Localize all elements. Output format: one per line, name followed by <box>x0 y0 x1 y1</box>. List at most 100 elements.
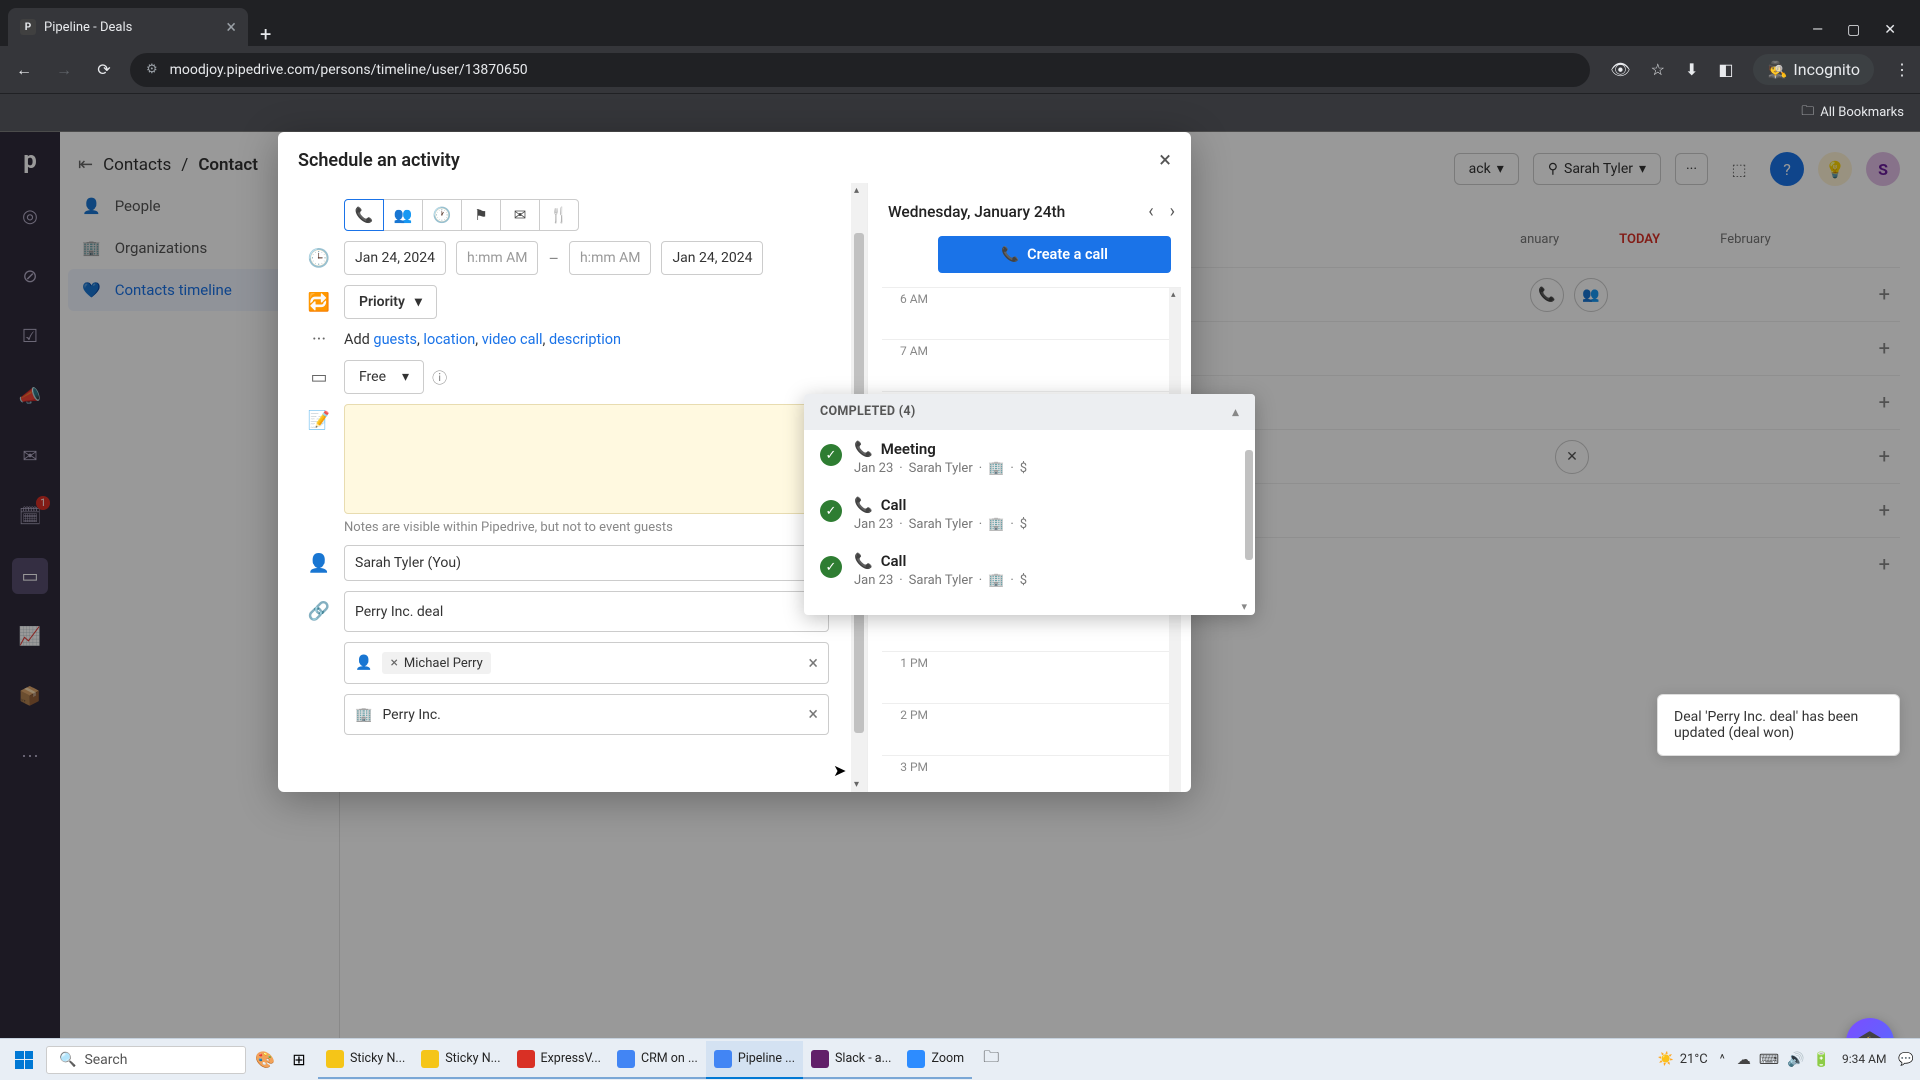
taskbar-app[interactable]: CRM on ... <box>609 1041 706 1079</box>
back-button[interactable]: ← <box>10 56 38 84</box>
taskbar-app[interactable]: ExpressV... <box>509 1041 609 1079</box>
help-icon[interactable]: ? <box>1770 152 1804 186</box>
hour-row[interactable]: 2 PM <box>882 704 1181 756</box>
task-view-icon[interactable]: ⊞ <box>284 1045 314 1075</box>
notes-textarea[interactable] <box>344 404 829 514</box>
start-date-input[interactable]: Jan 24, 2024 <box>344 241 446 275</box>
bookmark-star-icon[interactable]: ☆ <box>1651 60 1665 79</box>
hour-row[interactable]: 3 PM <box>882 756 1181 792</box>
start-button[interactable] <box>6 1042 42 1078</box>
crumb-root[interactable]: Contacts <box>103 155 171 175</box>
start-time-input[interactable]: h:mm AM <box>456 241 538 275</box>
clear-person-icon[interactable]: × <box>808 653 818 674</box>
rail-products-icon[interactable]: 📦 <box>12 678 48 714</box>
browser-tab[interactable]: P Pipeline - Deals × <box>8 8 248 46</box>
side-panel-icon[interactable]: ◧ <box>1718 60 1733 79</box>
clear-org-icon[interactable]: × <box>808 704 818 725</box>
pipedrive-logo-icon[interactable]: p <box>23 146 37 174</box>
rail-more-icon[interactable]: ⋯ <box>12 738 48 774</box>
collapse-up-icon[interactable]: ▴ <box>1232 404 1239 420</box>
availability-dropdown[interactable]: Free ▾ <box>344 360 424 394</box>
add-guests-link[interactable]: guests <box>373 331 417 348</box>
next-day-icon[interactable]: › <box>1170 201 1175 222</box>
taskbar-app[interactable]: Sticky N... <box>318 1041 413 1079</box>
taskbar-icon[interactable]: 🎨 <box>250 1045 280 1075</box>
deal-field[interactable]: Perry Inc. deal × <box>344 591 829 632</box>
info-icon[interactable]: ⓘ <box>432 367 447 388</box>
scroll-up-icon[interactable]: ▴ <box>854 185 859 196</box>
rail-contacts-icon[interactable]: ▭ <box>12 558 48 594</box>
all-bookmarks-button[interactable]: 🗀 All Bookmarks <box>1801 102 1904 124</box>
site-settings-icon[interactable]: ⚙ <box>146 62 158 77</box>
timeline-activity-icon[interactable]: 👥 <box>1574 278 1608 312</box>
incognito-badge[interactable]: 🕵 Incognito <box>1753 54 1874 85</box>
end-time-input[interactable]: h:mm AM <box>569 241 651 275</box>
toast-notification[interactable]: Deal 'Perry Inc. deal' has been updated … <box>1657 694 1900 756</box>
maximize-icon[interactable]: ▢ <box>1847 22 1860 38</box>
hour-row[interactable]: 1 PM <box>882 652 1181 704</box>
taskbar-clock[interactable]: 9:34 AM <box>1842 1052 1886 1066</box>
timeline-activity-icon[interactable]: 📞 <box>1530 278 1564 312</box>
minimize-icon[interactable]: — <box>1812 22 1823 38</box>
scroll-up-icon[interactable]: ▴ <box>1171 290 1176 300</box>
add-activity-icon[interactable]: + <box>1879 336 1890 360</box>
notifications-icon[interactable]: 💬 <box>1898 1052 1914 1067</box>
new-tab-button[interactable]: + <box>248 22 283 46</box>
taskbar-search[interactable]: 🔍 Search <box>46 1046 246 1074</box>
type-lunch-button[interactable]: 🍴 <box>539 199 579 231</box>
forward-button[interactable]: → <box>50 56 78 84</box>
completed-item[interactable]: ✓ 📞Meeting Jan 23 · Sarah Tyler · 🏢 · $ <box>804 430 1255 486</box>
add-activity-icon[interactable]: + <box>1879 282 1890 306</box>
type-task-button[interactable]: 🕐 <box>422 199 462 231</box>
onedrive-icon[interactable]: ☁ <box>1737 1052 1751 1068</box>
completed-item[interactable]: ✓ 📞Call Jan 23 · Sarah Tyler · 🏢 · $ <box>804 542 1255 598</box>
tray-expand-icon[interactable]: ^ <box>1720 1052 1725 1067</box>
owner-field[interactable]: Sarah Tyler (You) <box>344 545 829 581</box>
timeline-activity-icon[interactable]: ✕ <box>1555 440 1589 474</box>
expand-down-icon[interactable]: ▾ <box>804 598 1255 615</box>
back-pill[interactable]: ack ▾ <box>1454 153 1519 185</box>
rail-mail-icon[interactable]: ✉ <box>12 438 48 474</box>
scroll-thumb[interactable] <box>1245 450 1253 560</box>
url-field[interactable]: ⚙ moodjoy.pipedrive.com/persons/timeline… <box>130 53 1590 87</box>
reload-button[interactable]: ⟳ <box>90 56 118 84</box>
add-activity-icon[interactable]: + <box>1879 498 1890 522</box>
add-activity-icon[interactable]: + <box>1879 552 1890 576</box>
type-meeting-button[interactable]: 👥 <box>383 199 423 231</box>
type-deadline-button[interactable]: ⚑ <box>461 199 501 231</box>
battery-icon[interactable]: 🔋 <box>1813 1052 1830 1068</box>
person-chip[interactable]: × Michael Perry <box>382 652 490 674</box>
keyboard-icon[interactable]: ⌨ <box>1759 1052 1779 1068</box>
rail-activities-icon[interactable]: ⊘ <box>12 258 48 294</box>
taskbar-app[interactable]: Pipeline ... <box>706 1041 803 1079</box>
rail-calendar-icon[interactable]: 🗓 <box>12 498 48 534</box>
rail-insights-icon[interactable]: 📈 <box>12 618 48 654</box>
tab-close-icon[interactable]: × <box>226 17 236 38</box>
end-date-input[interactable]: Jan 24, 2024 <box>661 241 763 275</box>
popover-scrollbar[interactable] <box>1245 450 1255 592</box>
add-activity-icon[interactable]: + <box>1879 444 1890 468</box>
remove-chip-icon[interactable]: × <box>390 655 397 671</box>
priority-dropdown[interactable]: Priority ▾ <box>344 285 437 319</box>
rail-campaigns-icon[interactable]: 📣 <box>12 378 48 414</box>
volume-icon[interactable]: 🔊 <box>1787 1052 1804 1068</box>
browser-menu-icon[interactable]: ⋮ <box>1894 60 1910 79</box>
explorer-icon[interactable]: 🗀 <box>976 1045 1006 1075</box>
taskbar-app[interactable]: Slack - a... <box>803 1041 899 1079</box>
org-field[interactable]: 🏢 Perry Inc. × <box>344 694 829 735</box>
extensions-icon[interactable]: ⬚ <box>1722 152 1756 186</box>
add-video-link[interactable]: video call <box>482 331 543 348</box>
weather-widget[interactable]: ☀️ 21°C <box>1658 1052 1708 1067</box>
taskbar-app[interactable]: Zoom <box>899 1041 972 1079</box>
tips-icon[interactable]: 💡 <box>1818 152 1852 186</box>
prev-day-icon[interactable]: ‹ <box>1148 201 1153 222</box>
completed-item[interactable]: ✓ 📞Call Jan 23 · Sarah Tyler · 🏢 · $ <box>804 486 1255 542</box>
collapse-sidebar-icon[interactable]: ⇤ <box>78 154 93 175</box>
hour-row[interactable]: 7 AM <box>882 340 1181 392</box>
type-email-button[interactable]: ✉ <box>500 199 540 231</box>
downloads-icon[interactable]: ⬇ <box>1685 60 1698 79</box>
close-window-icon[interactable]: ✕ <box>1884 22 1896 38</box>
user-avatar[interactable]: S <box>1866 152 1900 186</box>
create-call-button[interactable]: 📞 Create a call <box>938 236 1171 273</box>
modal-close-icon[interactable]: × <box>1159 148 1171 173</box>
